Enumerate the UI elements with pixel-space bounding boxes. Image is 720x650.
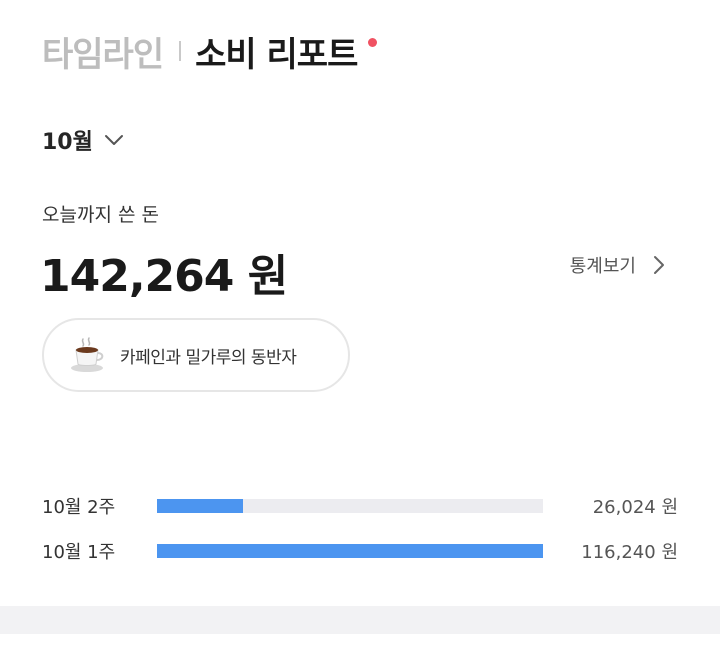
week-amount: 26,024 원 [592, 497, 678, 518]
new-indicator-dot [368, 37, 378, 47]
spent-amount: 142,264 원 [40, 251, 288, 302]
week-label: 10월 2주 [42, 497, 116, 518]
week-bar-fill [157, 544, 543, 558]
spent-so-far-label: 오늘까지 쓴 돈 [42, 204, 159, 226]
tab-timeline[interactable]: 타임라인 [42, 27, 164, 76]
chevron-right-icon [650, 253, 668, 277]
report-header: 타임라인 소비 리포트 [42, 26, 378, 76]
week-row[interactable]: 10월 1주 116,240 원 [42, 537, 678, 565]
tab-consumption-report[interactable]: 소비 리포트 [195, 27, 358, 76]
week-label: 10월 1주 [42, 542, 116, 563]
month-selector[interactable]: 10월 [42, 124, 125, 156]
week-row[interactable]: 10월 2주 26,024 원 [42, 492, 678, 520]
section-divider-band [0, 606, 720, 634]
spending-type-badge[interactable]: 카페인과 밀가루의 동반자 [42, 318, 350, 392]
week-bar-fill [157, 499, 244, 513]
spending-type-text: 카페인과 밀가루의 동반자 [120, 347, 297, 368]
month-label: 10월 [42, 130, 93, 155]
chevron-down-icon [103, 129, 125, 151]
week-bar-track [157, 544, 543, 558]
tab-divider [179, 41, 182, 61]
view-stats-label: 통계보기 [569, 256, 636, 277]
view-stats-link[interactable]: 통계보기 [570, 252, 668, 278]
coffee-icon [68, 335, 108, 375]
week-amount: 116,240 원 [581, 542, 678, 563]
week-bar-track [157, 499, 543, 513]
consumption-report-screen: 타임라인 소비 리포트 10월 오늘까지 쓴 돈 142,264 원 통계보기 [0, 0, 720, 650]
